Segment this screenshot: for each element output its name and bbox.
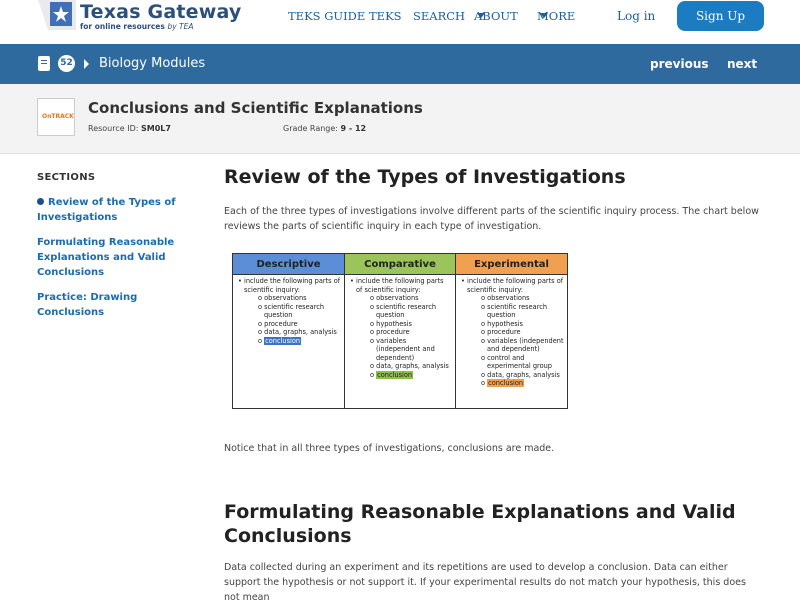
module-list-icon[interactable] [38, 56, 50, 71]
column-experimental: Experimental • include the following par… [456, 254, 567, 408]
resource-id: Resource ID: SM0L7 [88, 124, 171, 133]
top-navigation: Texas Gateway for online resources by TE… [0, 0, 800, 44]
section-heading-review: Review of the Types of Investigations [224, 166, 626, 188]
chart-intro: • include the following parts of scienti… [238, 277, 341, 294]
section-intro: Each of the three types of investigation… [224, 206, 759, 232]
column-comparative: Comparative • include the following part… [345, 254, 456, 408]
login-link[interactable]: Log in [617, 9, 655, 23]
previous-link[interactable]: previous [650, 57, 709, 71]
column-header: Comparative [345, 254, 455, 275]
column-header: Descriptive [233, 254, 344, 275]
conclusion-highlight: conclusion [264, 336, 302, 345]
texas-gateway-logo[interactable]: Texas Gateway for online resources by TE… [38, 0, 241, 34]
texas-star-flag-icon [38, 0, 76, 30]
sidebar-item-review[interactable]: Review of the Types of Investigations [37, 195, 197, 225]
brand-tagline: for online resources by TEA [80, 22, 194, 31]
section-note: Notice that in all three types of invest… [224, 443, 555, 454]
conclusion-highlight: conclusion [487, 379, 525, 387]
module-count-badge: 52 [58, 55, 75, 72]
signup-button[interactable]: Sign Up [677, 1, 764, 31]
module-bar: 52 Biology Modules previous next [0, 44, 800, 84]
nav-about[interactable]: ABOUT [474, 9, 518, 23]
active-dot-icon [37, 198, 44, 205]
page-title: Conclusions and Scientific Explanations [88, 99, 423, 117]
sections-heading: SECTIONS [37, 172, 96, 183]
brand-name: Texas Gateway [80, 1, 242, 23]
column-header: Experimental [456, 254, 567, 275]
column-descriptive: Descriptive • include the following part… [233, 254, 345, 408]
module-title[interactable]: Biology Modules [99, 56, 205, 71]
ontrack-logo: OnTRACK [37, 98, 75, 136]
nav-teks-guide[interactable]: TEKS GUIDE [288, 9, 365, 23]
grade-range: Grade Range: 9 - 12 [283, 124, 367, 133]
conclusion-highlight: conclusion [376, 370, 414, 379]
section-paragraph: Data collected during an experiment and … [224, 562, 746, 603]
nav-more[interactable]: MORE [537, 9, 575, 23]
investigation-types-chart: Descriptive • include the following part… [232, 253, 568, 409]
nav-teks[interactable]: TEKS [369, 9, 402, 23]
nav-search[interactable]: SEARCH [413, 9, 465, 23]
sidebar-item-practice[interactable]: Practice: Drawing Conclusions [37, 290, 197, 320]
next-link[interactable]: next [727, 57, 757, 71]
chevron-right-icon [84, 59, 89, 69]
sidebar-item-formulating[interactable]: Formulating Reasonable Explanations and … [37, 235, 197, 280]
section-heading-formulating: Formulating Reasonable Explanations and … [224, 501, 736, 547]
resource-header: OnTRACK Conclusions and Scientific Expla… [0, 84, 800, 154]
